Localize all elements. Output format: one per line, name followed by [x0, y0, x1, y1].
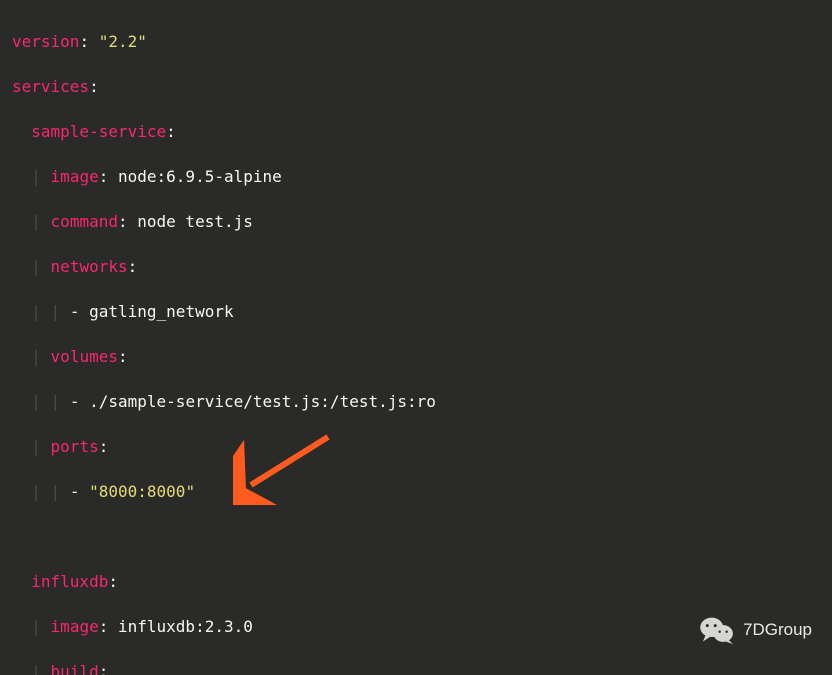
code-line: services: [12, 76, 832, 99]
yaml-value: ./sample-service/test.js:/test.js:ro [89, 392, 436, 411]
code-line: | networks: [12, 256, 832, 279]
wechat-icon [699, 615, 735, 645]
code-line: sample-service: [12, 121, 832, 144]
yaml-value: influxdb:2.3.0 [118, 617, 253, 636]
yaml-key: volumes [51, 347, 118, 366]
code-line: influxdb: [12, 571, 832, 594]
code-editor[interactable]: version: "2.2" services: sample-service:… [0, 0, 832, 675]
yaml-key: ports [51, 437, 99, 456]
yaml-key: build [51, 662, 99, 675]
yaml-key: image [51, 617, 99, 636]
yaml-key: services [12, 77, 89, 96]
yaml-key: sample-service [31, 122, 166, 141]
yaml-string: "2.2" [99, 32, 147, 51]
yaml-string: "8000:8000" [89, 482, 195, 501]
code-line [12, 526, 832, 549]
code-line: | build: [12, 661, 832, 675]
yaml-key: image [51, 167, 99, 186]
code-line: | image: node:6.9.5-alpine [12, 166, 832, 189]
yaml-key: version [12, 32, 79, 51]
yaml-value: node test.js [137, 212, 253, 231]
code-line: | | - ./sample-service/test.js:/test.js:… [12, 391, 832, 414]
code-line: | | - "8000:8000" [12, 481, 832, 504]
watermark-badge: 7DGroup [699, 615, 812, 645]
yaml-key: networks [51, 257, 128, 276]
watermark-label: 7DGroup [743, 619, 812, 642]
code-line: | | - gatling_network [12, 301, 832, 324]
yaml-value: gatling_network [89, 302, 234, 321]
yaml-key: influxdb [31, 572, 108, 591]
code-line: | volumes: [12, 346, 832, 369]
code-line: | ports: [12, 436, 832, 459]
yaml-value: node:6.9.5-alpine [118, 167, 282, 186]
code-line: version: "2.2" [12, 31, 832, 54]
code-line: | command: node test.js [12, 211, 832, 234]
yaml-key: command [51, 212, 118, 231]
